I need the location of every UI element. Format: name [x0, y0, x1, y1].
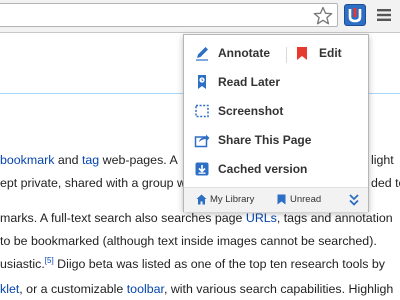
my-library-link[interactable]: My Library: [196, 193, 276, 207]
article-text-run: and: [54, 153, 82, 167]
home-icon: [196, 194, 207, 205]
article-line-tail: ded to: [371, 176, 400, 190]
edit-flag-icon: [297, 47, 307, 60]
menu-item-label: Cached version: [218, 162, 308, 176]
menu-item-label: Read Later: [218, 75, 281, 89]
article-line-tail: light: [371, 153, 394, 167]
my-library-label: My Library: [210, 194, 255, 205]
article-text-run: ept private, shared with a group w: [0, 176, 186, 190]
read-later-icon: [198, 75, 206, 89]
article-line: klet, or a customizable toolbar, with va…: [0, 281, 393, 297]
diigo-extension-button[interactable]: [344, 4, 366, 26]
unread-label: Unread: [290, 194, 322, 205]
divider: [286, 47, 287, 63]
menu-item-read-later[interactable]: Read Later: [184, 68, 368, 96]
browser-toolbar: [0, 0, 400, 33]
screenshot-icon: [195, 104, 209, 118]
menu-item-label: Share This Page: [218, 133, 312, 147]
article-link[interactable]: toolbar: [127, 282, 164, 296]
article-link[interactable]: tag: [82, 153, 99, 167]
menu-item-share-this-page[interactable]: Share This Page: [184, 126, 368, 154]
article-line: marks. A full-text search also searches …: [0, 210, 393, 226]
menu-item-screenshot[interactable]: Screenshot: [184, 97, 368, 125]
address-bar[interactable]: [0, 3, 338, 27]
menu-item-cached-version[interactable]: Cached version: [184, 155, 368, 183]
edit-button[interactable]: Edit: [319, 46, 342, 60]
unread-link[interactable]: Unread: [276, 193, 336, 207]
diigo-extension-icon: [348, 8, 362, 23]
annotate-button[interactable]: Annotate: [218, 46, 270, 60]
article-line: usiastic.[5] Diigo beta was listed as on…: [0, 256, 385, 272]
article-text-run: , or a customizable: [19, 282, 127, 296]
article-link[interactable]: bookmark: [0, 153, 54, 167]
article-text-run: , tags and annotation: [276, 211, 393, 225]
diigo-popup-menu: Annotate Edit Read Later Screenshot Shar…: [183, 34, 369, 212]
article-link[interactable]: URLs: [246, 211, 277, 225]
article-line: to be bookmarked (although text inside i…: [0, 233, 377, 249]
article-text-run: marks. A full-text search also searches …: [0, 211, 246, 225]
article-text-run: web-pages. A: [99, 153, 178, 167]
article-text-run: usiastic.: [0, 257, 45, 271]
hamburger-menu-icon[interactable]: [376, 8, 392, 22]
cached-version-icon: [195, 162, 209, 176]
article-line: ept private, shared with a group w: [0, 175, 186, 191]
article-text-run: to be bookmarked (although text inside i…: [0, 234, 377, 248]
article-line: bookmark and tag web-pages. A: [0, 152, 178, 168]
share-icon: [194, 134, 210, 148]
pencil-icon: [196, 47, 208, 61]
article-link[interactable]: klet: [0, 282, 19, 296]
star-icon[interactable]: [313, 6, 333, 26]
unread-bookmark-icon: [277, 194, 286, 205]
popup-footer: My Library Unread: [184, 187, 368, 212]
article-text-run: , with various search capabilities. High…: [163, 282, 394, 296]
annotate-row: Annotate Edit: [184, 39, 368, 67]
article-link[interactable]: [5]: [45, 256, 54, 265]
expand-chevron-icon[interactable]: [348, 193, 360, 207]
menu-item-label: Screenshot: [218, 104, 284, 118]
article-text-run: Diigo beta was listed as one of the top …: [53, 257, 385, 271]
